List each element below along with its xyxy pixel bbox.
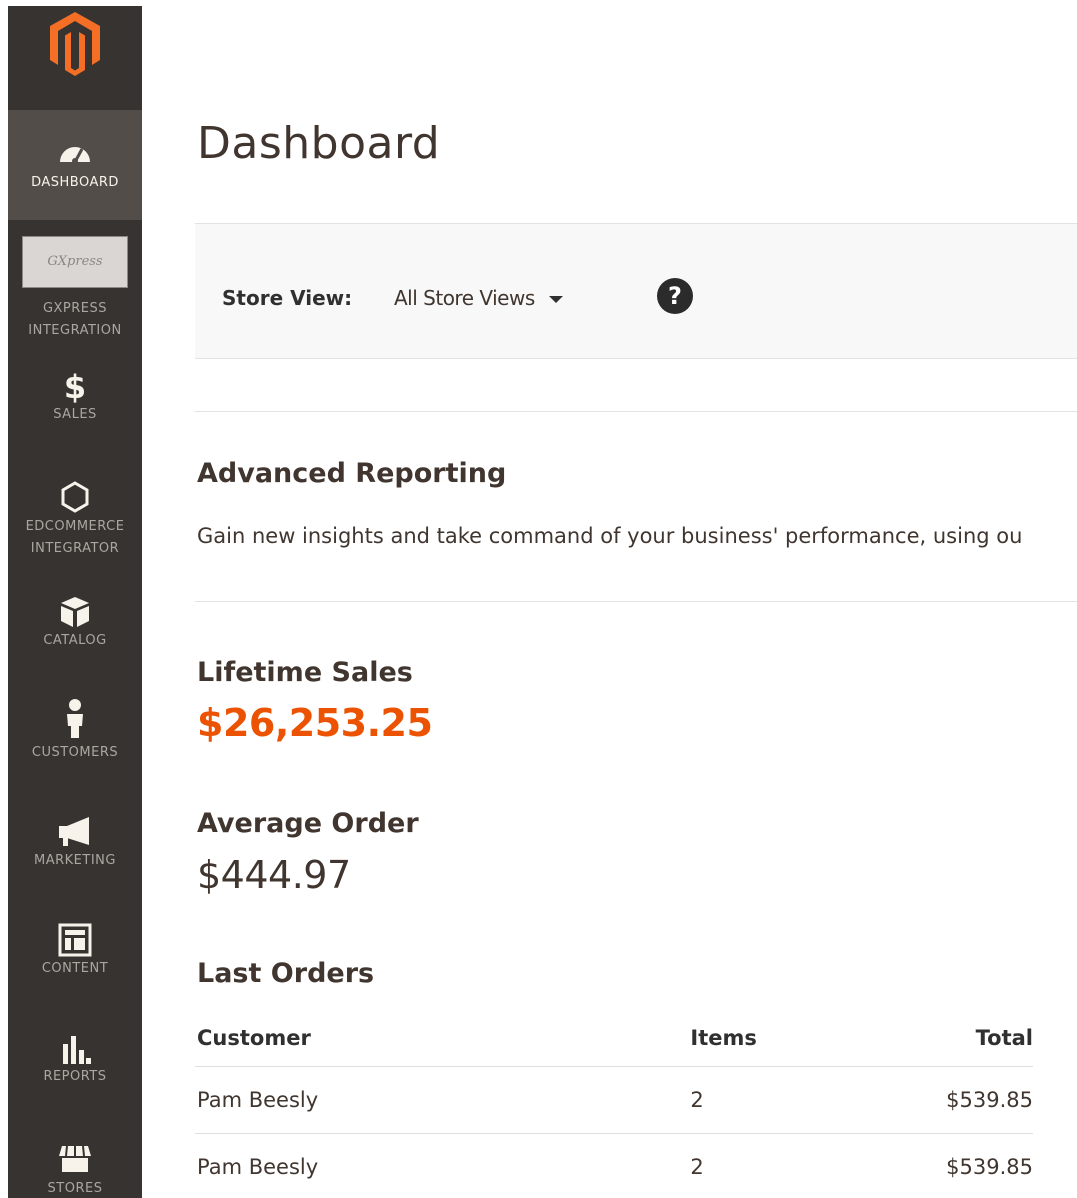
help-icon[interactable]: ? [657, 278, 693, 314]
sidebar-item-label: SALES [53, 407, 97, 422]
dollar-icon: $ [8, 368, 142, 404]
order-items: 2 [688, 1066, 945, 1134]
sidebar-item-customers[interactable]: CUSTOMERS [8, 698, 142, 778]
sidebar-item-label: MARKETING [34, 853, 116, 868]
page: DASHBOARD GXpress GXPRESS INTEGRATION $ … [0, 0, 1077, 1198]
speedometer-icon [8, 138, 142, 172]
bar-chart-icon [8, 1030, 142, 1066]
hexagon-icon [8, 480, 142, 516]
box-icon [8, 594, 142, 630]
sidebar-item-label: STORES [47, 1181, 103, 1196]
magento-logo-icon [50, 12, 100, 76]
store-icon [8, 1142, 142, 1178]
advanced-reporting-description: Gain new insights and take command of yo… [197, 524, 1023, 548]
sidebar-item-catalog[interactable]: CATALOG [8, 594, 142, 674]
page-title: Dashboard [197, 118, 441, 169]
sidebar-item-stores[interactable]: STORES [8, 1142, 142, 1198]
divider [195, 601, 1077, 602]
store-view-label: Store View: [222, 286, 353, 310]
sidebar-item-label: EDCOMMERCE INTEGRATOR [25, 519, 125, 556]
advanced-reporting-title: Advanced Reporting [197, 458, 507, 489]
lifetime-sales-value: $26,253.25 [197, 701, 433, 745]
average-order-title: Average Order [197, 808, 419, 839]
gxpress-logo: GXpress [22, 236, 128, 288]
column-header-total: Total [944, 1010, 1033, 1067]
sidebar-item-dashboard[interactable]: DASHBOARD [8, 110, 142, 220]
sidebar-item-reports[interactable]: REPORTS [8, 1030, 142, 1110]
table-row[interactable]: Pam Beesly 2 $539.85 [195, 1133, 1033, 1198]
sidebar-item-label: DASHBOARD [31, 175, 119, 190]
order-items: 2 [688, 1133, 945, 1198]
svg-text:$: $ [64, 368, 86, 404]
caret-down-icon [548, 296, 563, 303]
admin-sidebar: DASHBOARD GXpress GXPRESS INTEGRATION $ … [8, 6, 142, 1198]
order-customer: Pam Beesly [195, 1133, 689, 1198]
table-row[interactable]: Pam Beesly 2 $539.85 [195, 1066, 1033, 1134]
divider [195, 411, 1077, 412]
sidebar-item-label: REPORTS [43, 1069, 107, 1084]
column-header-items: Items [688, 1010, 945, 1067]
sidebar-item-label: CUSTOMERS [31, 745, 119, 760]
megaphone-icon [8, 814, 142, 850]
layout-icon [8, 922, 142, 958]
sidebar-item-content[interactable]: CONTENT [8, 922, 142, 1002]
main-content: Dashboard Store View: All Store Views ? … [142, 0, 1077, 1198]
sidebar-item-label: CONTENT [41, 961, 109, 976]
sidebar-item-edcommerce-integrator[interactable]: EDCOMMERCE INTEGRATOR [8, 480, 142, 580]
lifetime-sales-title: Lifetime Sales [197, 657, 413, 688]
sidebar-item-label: GXPRESS INTEGRATION [28, 301, 122, 338]
person-icon [8, 698, 142, 742]
last-orders-title: Last Orders [197, 958, 375, 989]
table-header-row: Customer Items Total [195, 1010, 1033, 1067]
magento-logo[interactable] [8, 6, 142, 110]
store-view-selected: All Store Views [394, 286, 535, 310]
sidebar-item-label: CATALOG [43, 633, 107, 648]
order-total: $539.85 [944, 1066, 1033, 1134]
store-view-bar: Store View: All Store Views ? [195, 223, 1077, 359]
last-orders-table: Customer Items Total Pam Beesly 2 $539.8… [195, 1010, 1033, 1198]
sidebar-item-gxpress-integration[interactable]: GXpress GXPRESS INTEGRATION [8, 236, 142, 356]
average-order-value: $444.97 [197, 853, 351, 897]
sidebar-item-sales[interactable]: $ SALES [8, 368, 142, 443]
store-view-switcher[interactable]: All Store Views [394, 286, 563, 310]
order-customer: Pam Beesly [195, 1066, 689, 1134]
column-header-customer: Customer [195, 1010, 689, 1067]
order-total: $539.85 [944, 1133, 1033, 1198]
sidebar-item-marketing[interactable]: MARKETING [8, 814, 142, 894]
